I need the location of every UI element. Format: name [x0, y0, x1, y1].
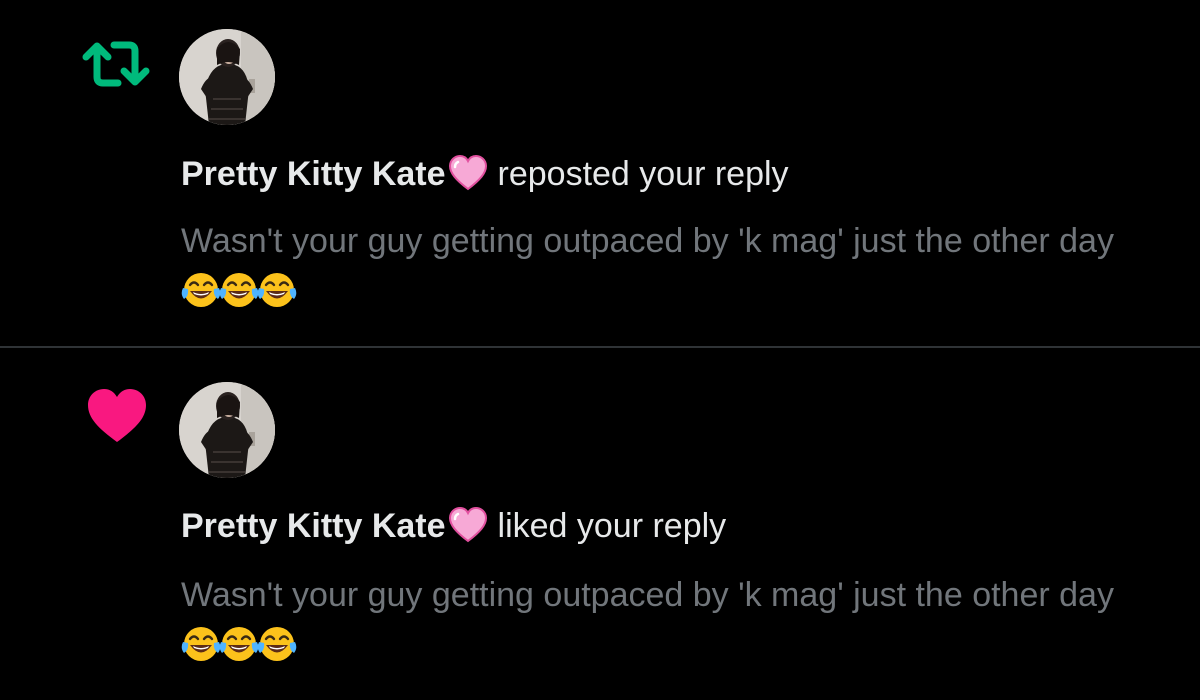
emoji-group	[181, 270, 295, 324]
user-name[interactable]: Pretty Kitty Kate	[181, 155, 446, 193]
tears-of-joy-emoji	[181, 270, 221, 310]
user-name[interactable]: Pretty Kitty Kate	[181, 507, 446, 545]
reply-preview: Wasn't your guy getting outpaced by 'k m…	[181, 570, 1121, 678]
repost-icon	[80, 31, 152, 97]
pink-heart-emoji	[448, 507, 488, 543]
reply-text: Wasn't your guy getting outpaced by 'k m…	[181, 576, 1114, 614]
reply-text: Wasn't your guy getting outpaced by 'k m…	[181, 222, 1114, 260]
tears-of-joy-emoji	[257, 270, 297, 310]
notification-headline: Pretty Kitty Kate reposted your reply	[181, 154, 789, 194]
tears-of-joy-emoji	[257, 624, 297, 664]
tears-of-joy-emoji	[219, 270, 259, 310]
notification-repost[interactable]: Pretty Kitty Kate reposted your reply Was…	[0, 0, 1200, 346]
action-text: liked your reply	[497, 507, 727, 545]
action-text: reposted your reply	[497, 155, 789, 193]
tears-of-joy-emoji	[181, 624, 221, 664]
avatar[interactable]	[179, 382, 275, 478]
heart-icon	[84, 386, 156, 452]
notification-like[interactable]: Pretty Kitty Kate liked your reply Wasn't…	[0, 348, 1200, 700]
reply-preview: Wasn't your guy getting outpaced by 'k m…	[181, 216, 1121, 324]
notification-headline: Pretty Kitty Kate liked your reply	[181, 506, 726, 546]
emoji-group	[181, 624, 295, 678]
avatar[interactable]	[179, 29, 275, 125]
tears-of-joy-emoji	[219, 624, 259, 664]
pink-heart-emoji	[448, 155, 488, 191]
